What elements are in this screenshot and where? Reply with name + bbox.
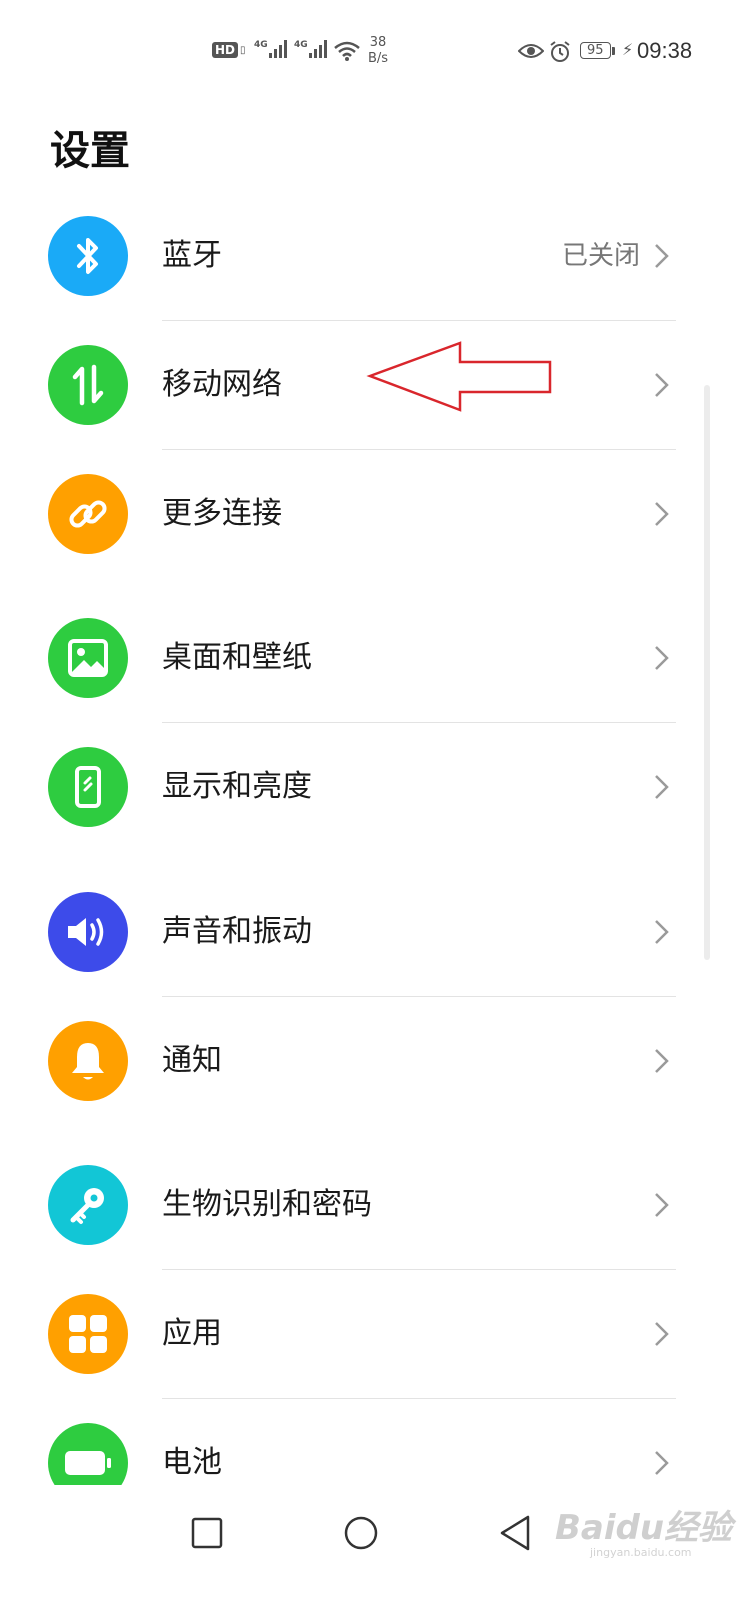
status-bar: HD ▯ 4G 4G 38 B/s 95 ⚡ 09:38 bbox=[0, 0, 738, 100]
image-icon bbox=[48, 618, 128, 698]
chevron-right-icon bbox=[655, 1193, 669, 1217]
back-icon[interactable] bbox=[490, 1508, 540, 1558]
chevron-right-icon bbox=[655, 244, 669, 268]
chevron-right-icon bbox=[655, 775, 669, 799]
bluetooth-status: 已关闭 bbox=[561, 241, 640, 271]
signal-icon-sim2: 4G bbox=[294, 40, 327, 58]
scrollbar[interactable] bbox=[704, 385, 710, 960]
bell-icon bbox=[48, 1021, 128, 1101]
settings-item-label: 桌面和壁纸 bbox=[162, 640, 312, 675]
settings-item-label: 显示和亮度 bbox=[162, 769, 312, 804]
chevron-right-icon bbox=[655, 502, 669, 526]
chevron-right-icon bbox=[655, 920, 669, 944]
home-icon[interactable] bbox=[336, 1508, 386, 1558]
settings-item-label: 电池 bbox=[162, 1445, 222, 1480]
chevron-right-icon bbox=[655, 646, 669, 670]
network-speed: 38 B/s bbox=[368, 35, 389, 66]
display-icon bbox=[48, 747, 128, 827]
watermark-url: jingyan.baidu.com bbox=[590, 1546, 692, 1559]
recent-apps-icon[interactable] bbox=[182, 1508, 232, 1558]
key-icon bbox=[48, 1165, 128, 1245]
battery-icon bbox=[48, 1423, 128, 1485]
chevron-right-icon bbox=[655, 1322, 669, 1346]
settings-item-label: 声音和振动 bbox=[162, 914, 312, 949]
settings-item-biometrics-password[interactable]: 生物识别和密码 bbox=[0, 1141, 738, 1269]
eye-icon bbox=[518, 42, 544, 60]
alarm-icon bbox=[548, 40, 572, 64]
bluetooth-icon bbox=[48, 216, 128, 296]
settings-item-label: 生物识别和密码 bbox=[162, 1187, 372, 1222]
speaker-icon bbox=[48, 892, 128, 972]
charging-icon: ⚡ bbox=[622, 40, 634, 59]
settings-item-more-connections[interactable]: 更多连接 bbox=[0, 450, 738, 578]
settings-item-label: 更多连接 bbox=[162, 496, 282, 531]
settings-item-battery[interactable]: 电池 bbox=[0, 1399, 738, 1485]
clock: 09:38 bbox=[637, 38, 693, 63]
signal-icon-sim1: 4G bbox=[254, 40, 287, 58]
settings-item-display-brightness[interactable]: 显示和亮度 bbox=[0, 723, 738, 851]
hd-badge: HD bbox=[212, 42, 239, 58]
settings-item-notifications[interactable]: 通知 bbox=[0, 997, 738, 1125]
settings-item-label: 应用 bbox=[162, 1316, 222, 1351]
settings-item-label: 蓝牙 bbox=[162, 238, 222, 273]
settings-item-bluetooth[interactable]: 蓝牙 已关闭 bbox=[0, 192, 738, 320]
chevron-right-icon bbox=[655, 373, 669, 397]
settings-item-sound-vibration[interactable]: 声音和振动 bbox=[0, 868, 738, 996]
page-title: 设置 bbox=[50, 128, 130, 174]
settings-item-home-wallpaper[interactable]: 桌面和壁纸 bbox=[0, 594, 738, 722]
settings-item-apps[interactable]: 应用 bbox=[0, 1270, 738, 1398]
mobile-data-icon bbox=[48, 345, 128, 425]
annotation-arrow bbox=[366, 341, 552, 412]
wifi-icon bbox=[333, 40, 361, 62]
hd-voice-icon: HD ▯ bbox=[212, 42, 246, 58]
settings-item-label: 通知 bbox=[162, 1043, 222, 1078]
link-icon bbox=[48, 474, 128, 554]
settings-item-label: 移动网络 bbox=[162, 367, 282, 402]
watermark-logo: Baidu经验 bbox=[555, 1508, 733, 1548]
chevron-right-icon bbox=[655, 1049, 669, 1073]
chevron-right-icon bbox=[655, 1451, 669, 1475]
apps-grid-icon bbox=[48, 1294, 128, 1374]
battery-indicator: 95 bbox=[580, 42, 615, 59]
